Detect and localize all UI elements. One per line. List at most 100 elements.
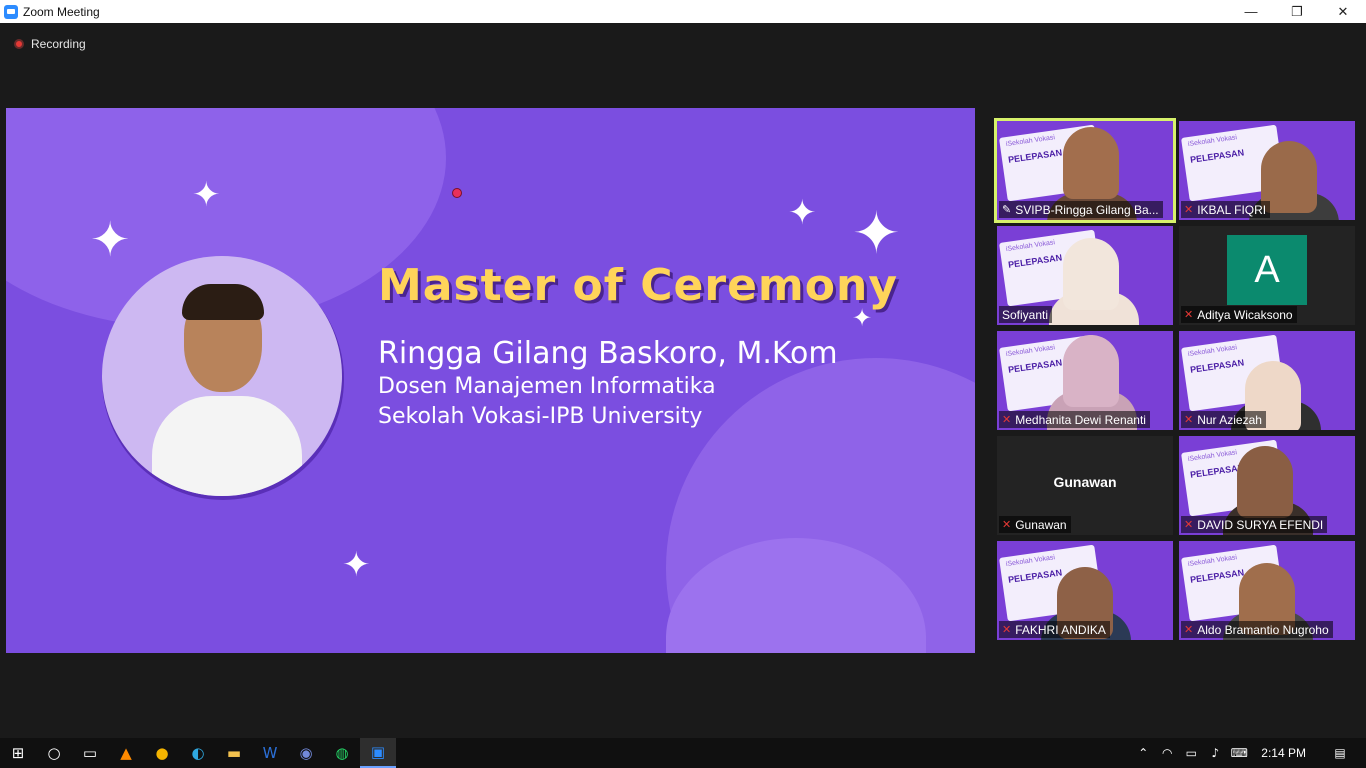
- card-subtitle: iSekolah Vokasi: [1005, 344, 1056, 359]
- sparkle-icon: ✦: [90, 212, 131, 268]
- participant-name-label: ✎ SVIPB-Ringga Gilang Ba...: [999, 201, 1163, 218]
- participant-name: Nur Aziezah: [1197, 412, 1262, 427]
- participant-face: [1063, 335, 1119, 407]
- card-title: PELEPASAN: [1007, 567, 1063, 585]
- participant-tile[interactable]: iSekolah Vokasi PELEPASAN ✎ SVIPB-Ringga G…: [994, 118, 1176, 223]
- battery-icon[interactable]: ▭: [1179, 746, 1203, 760]
- participant-name: FAKHRI ANDIKA: [1015, 622, 1106, 637]
- participant-name-label: ✕ Aditya Wicaksono: [1181, 306, 1297, 323]
- card-subtitle: iSekolah Vokasi: [1005, 239, 1056, 254]
- portrait-hair: [182, 284, 264, 320]
- window-titlebar: Zoom Meeting — ❐ ✕: [0, 0, 1366, 23]
- card-title: PELEPASAN: [1189, 567, 1245, 585]
- participant-avatar: A: [1227, 235, 1307, 305]
- file-explorer-icon[interactable]: ▬: [216, 738, 252, 768]
- participant-name: Medhanita Dewi Renanti: [1015, 412, 1146, 427]
- participant-name-label: ✕ Gunawan: [999, 516, 1071, 533]
- taskbar-clock[interactable]: 2:14 PM: [1261, 746, 1306, 760]
- keyboard-icon[interactable]: ⌨: [1227, 746, 1251, 760]
- card-subtitle: iSekolah Vokasi: [1187, 134, 1238, 149]
- pin-icon: ✎: [1002, 203, 1012, 216]
- muted-mic-icon: ✕: [1184, 518, 1194, 531]
- card-subtitle: iSekolah Vokasi: [1005, 554, 1056, 569]
- vlc-icon[interactable]: ▲: [108, 738, 144, 768]
- window-title: Zoom Meeting: [23, 4, 100, 19]
- card-title: PELEPASAN: [1189, 147, 1245, 165]
- muted-mic-icon: ✕: [1002, 413, 1012, 426]
- search-circle-icon[interactable]: ○: [36, 738, 72, 768]
- task-view-icon[interactable]: ▭: [72, 738, 108, 768]
- participant-name-label: ✕ Medhanita Dewi Renanti: [999, 411, 1150, 428]
- sparkle-icon: ✦: [342, 545, 371, 585]
- chevron-up-icon[interactable]: ⌃: [1131, 746, 1155, 760]
- participant-tile[interactable]: iSekolah Vokasi PELEPASAN ✕ Medhanita Dewi…: [997, 331, 1173, 430]
- card-subtitle: iSekolah Vokasi: [1187, 344, 1238, 359]
- sparkle-icon: ✦: [192, 175, 221, 215]
- participant-name-label: ✕ FAKHRI ANDIKA: [999, 621, 1110, 638]
- participant-face: [1063, 127, 1119, 199]
- recording-indicator[interactable]: Recording: [14, 37, 86, 51]
- participant-tile[interactable]: iSekolah Vokasi PELEPASAN Sofiyanti: [997, 226, 1173, 325]
- sparkle-icon: ✦: [788, 193, 817, 233]
- minimize-button[interactable]: —: [1228, 0, 1274, 23]
- record-icon: [14, 39, 24, 49]
- card-subtitle: iSekolah Vokasi: [1187, 449, 1238, 464]
- card-title: PELEPASAN: [1007, 147, 1063, 165]
- windows-taskbar: ⊞ ○ ▭ ▲ ● ◐ ▬ W ◉ ◍ ▣ ⌃ ◠ ▭ ♪ ⌨ 2:14 PM …: [0, 738, 1366, 768]
- participant-name-label: ✕ Aldo Bramantio Nugroho: [1181, 621, 1333, 638]
- notifications-icon[interactable]: ▤: [1328, 746, 1352, 760]
- speaker-role: Dosen Manajemen Informatika: [378, 374, 716, 399]
- card-title: PELEPASAN: [1007, 357, 1063, 375]
- participant-tile[interactable]: iSekolah Vokasi PELEPASAN ✕ IKBAL FIQRI: [1179, 121, 1355, 220]
- whatsapp-icon[interactable]: ◍: [324, 738, 360, 768]
- meeting-area: Recording ✦ ✦ ✦ ✦ ✦ ✦ ✦ Master of Ceremo…: [0, 23, 1366, 738]
- wifi-icon[interactable]: ◠: [1155, 746, 1179, 760]
- participant-tile[interactable]: iSekolah Vokasi PELEPASAN ✕ Nur Aziezah: [1179, 331, 1355, 430]
- muted-mic-icon: ✕: [1184, 308, 1194, 321]
- restore-button[interactable]: ❐: [1274, 0, 1320, 23]
- recording-label: Recording: [31, 37, 86, 51]
- chrome-icon[interactable]: ●: [144, 738, 180, 768]
- participant-name-label: Sofiyanti: [999, 306, 1053, 323]
- participant-name: SVIPB-Ringga Gilang Ba...: [1015, 202, 1159, 217]
- participant-name: Gunawan: [1015, 517, 1067, 532]
- word-icon[interactable]: W: [252, 738, 288, 768]
- card-title: PELEPASAN: [1189, 357, 1245, 375]
- participant-display-name: Gunawan: [1053, 474, 1117, 490]
- annotation-pointer: [452, 188, 462, 198]
- muted-mic-icon: ✕: [1002, 623, 1012, 636]
- participant-face: [1063, 238, 1119, 310]
- card-title: PELEPASAN: [1007, 252, 1063, 270]
- discord-icon[interactable]: ◉: [288, 738, 324, 768]
- participant-name-label: ✕ DAVID SURYA EFENDI: [1181, 516, 1328, 533]
- participant-name: DAVID SURYA EFENDI: [1197, 517, 1324, 532]
- edge-icon[interactable]: ◐: [180, 738, 216, 768]
- participant-name: Sofiyanti: [1002, 307, 1049, 322]
- close-button[interactable]: ✕: [1320, 0, 1366, 23]
- participant-face: [1237, 446, 1293, 518]
- card-subtitle: iSekolah Vokasi: [1187, 554, 1238, 569]
- shared-screen-slide: ✦ ✦ ✦ ✦ ✦ ✦ ✦ Master of Ceremony Ringga …: [6, 108, 975, 653]
- participant-tile[interactable]: iSekolah Vokasi PELEPASAN ✕ Aldo Bramantio…: [1179, 541, 1355, 640]
- windows-start-icon[interactable]: ⊞: [0, 738, 36, 768]
- speaker-institution: Sekolah Vokasi-IPB University: [378, 404, 703, 429]
- muted-mic-icon: ✕: [1184, 623, 1194, 636]
- muted-mic-icon: ✕: [1184, 203, 1194, 216]
- speaker-portrait: [102, 256, 342, 496]
- slide-title: Master of Ceremony: [378, 260, 899, 311]
- zoom-icon[interactable]: ▣: [360, 738, 396, 768]
- card-subtitle: iSekolah Vokasi: [1005, 134, 1056, 149]
- participant-tile[interactable]: iSekolah Vokasi PELEPASAN ✕ DAVID SURYA EF…: [1179, 436, 1355, 535]
- participant-name-label: ✕ IKBAL FIQRI: [1181, 201, 1271, 218]
- participant-tile[interactable]: iSekolah Vokasi PELEPASAN ✕ FAKHRI ANDIKA: [997, 541, 1173, 640]
- zoom-app-icon: [4, 4, 18, 19]
- sparkle-icon: ✦: [852, 199, 901, 267]
- system-tray: ⌃ ◠ ▭ ♪ ⌨ 2:14 PM ▤: [1131, 738, 1366, 768]
- muted-mic-icon: ✕: [1184, 413, 1194, 426]
- participant-tile[interactable]: A ✕ Aditya Wicaksono: [1179, 226, 1355, 325]
- participant-name: Aldo Bramantio Nugroho: [1197, 622, 1329, 637]
- volume-icon[interactable]: ♪: [1203, 746, 1227, 760]
- window-controls: — ❐ ✕: [1228, 0, 1366, 23]
- portrait-shirt: [152, 396, 302, 496]
- participant-tile[interactable]: Gunawan ✕ Gunawan: [997, 436, 1173, 535]
